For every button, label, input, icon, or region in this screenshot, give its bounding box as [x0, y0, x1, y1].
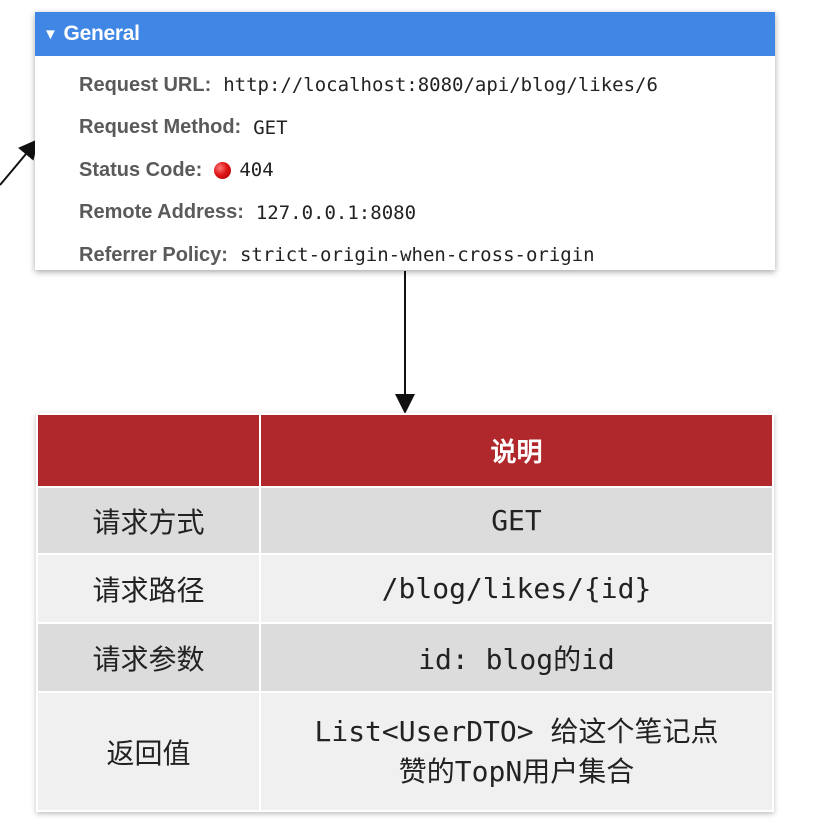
row-key-params: 请求参数	[36, 622, 261, 693]
return-value-line-1: List<UserDTO> 给这个笔记点	[314, 714, 719, 748]
general-panel: ▼ General Request URL: http://localhost:…	[35, 12, 775, 270]
row-value-params: id: blog的id	[259, 622, 774, 693]
request-method-value: GET	[253, 116, 288, 139]
table-header-description: 说明	[259, 413, 774, 488]
table-row: 请求路径 /blog/likes/{id}	[36, 553, 774, 624]
remote-address-value: 127.0.0.1:8080	[255, 201, 417, 224]
request-method-label: Request Method:	[79, 116, 242, 139]
table-header-empty	[36, 413, 261, 488]
status-code-row: Status Code: 404	[35, 149, 775, 192]
table-row: 请求方式 GET	[36, 486, 774, 555]
row-value-return: List<UserDTO> 给这个笔记点 赞的TopN用户集合	[259, 691, 774, 812]
referrer-policy-value: strict-origin-when-cross-origin	[239, 244, 595, 267]
row-key-method: 请求方式	[36, 486, 261, 555]
collapse-triangle-icon[interactable]: ▼	[43, 26, 58, 43]
referrer-policy-row: Referrer Policy: strict-origin-when-cros…	[35, 234, 775, 277]
table-row: 返回值 List<UserDTO> 给这个笔记点 赞的TopN用户集合	[36, 691, 774, 812]
row-key-return: 返回值	[36, 691, 261, 812]
referrer-policy-label: Referrer Policy:	[79, 243, 228, 266]
request-url-label: Request URL:	[79, 73, 212, 96]
return-value-line-2: 赞的TopN用户集合	[398, 754, 635, 788]
status-code-value: 404	[239, 159, 274, 182]
row-value-method: GET	[259, 486, 774, 555]
request-url-row: Request URL: http://localhost:8080/api/b…	[35, 64, 775, 107]
status-code-label: Status Code:	[79, 158, 203, 181]
status-error-dot-icon	[214, 161, 232, 179]
remote-address-label: Remote Address:	[79, 201, 244, 224]
left-connector-arrow	[0, 138, 39, 186]
api-spec-table: 说明 请求方式 GET 请求路径 /blog/likes/{id} 请求参数 i…	[36, 413, 774, 812]
request-method-row: Request Method: GET	[35, 107, 775, 150]
general-header[interactable]: ▼ General	[35, 12, 775, 56]
general-title: General	[63, 22, 140, 45]
row-key-path: 请求路径	[36, 553, 261, 624]
remote-address-row: Remote Address: 127.0.0.1:8080	[35, 192, 775, 235]
request-url-value: http://localhost:8080/api/blog/likes/6	[223, 74, 658, 97]
table-header-row: 说明	[36, 413, 774, 488]
table-row: 请求参数 id: blog的id	[36, 622, 774, 693]
row-value-path: /blog/likes/{id}	[259, 553, 774, 624]
